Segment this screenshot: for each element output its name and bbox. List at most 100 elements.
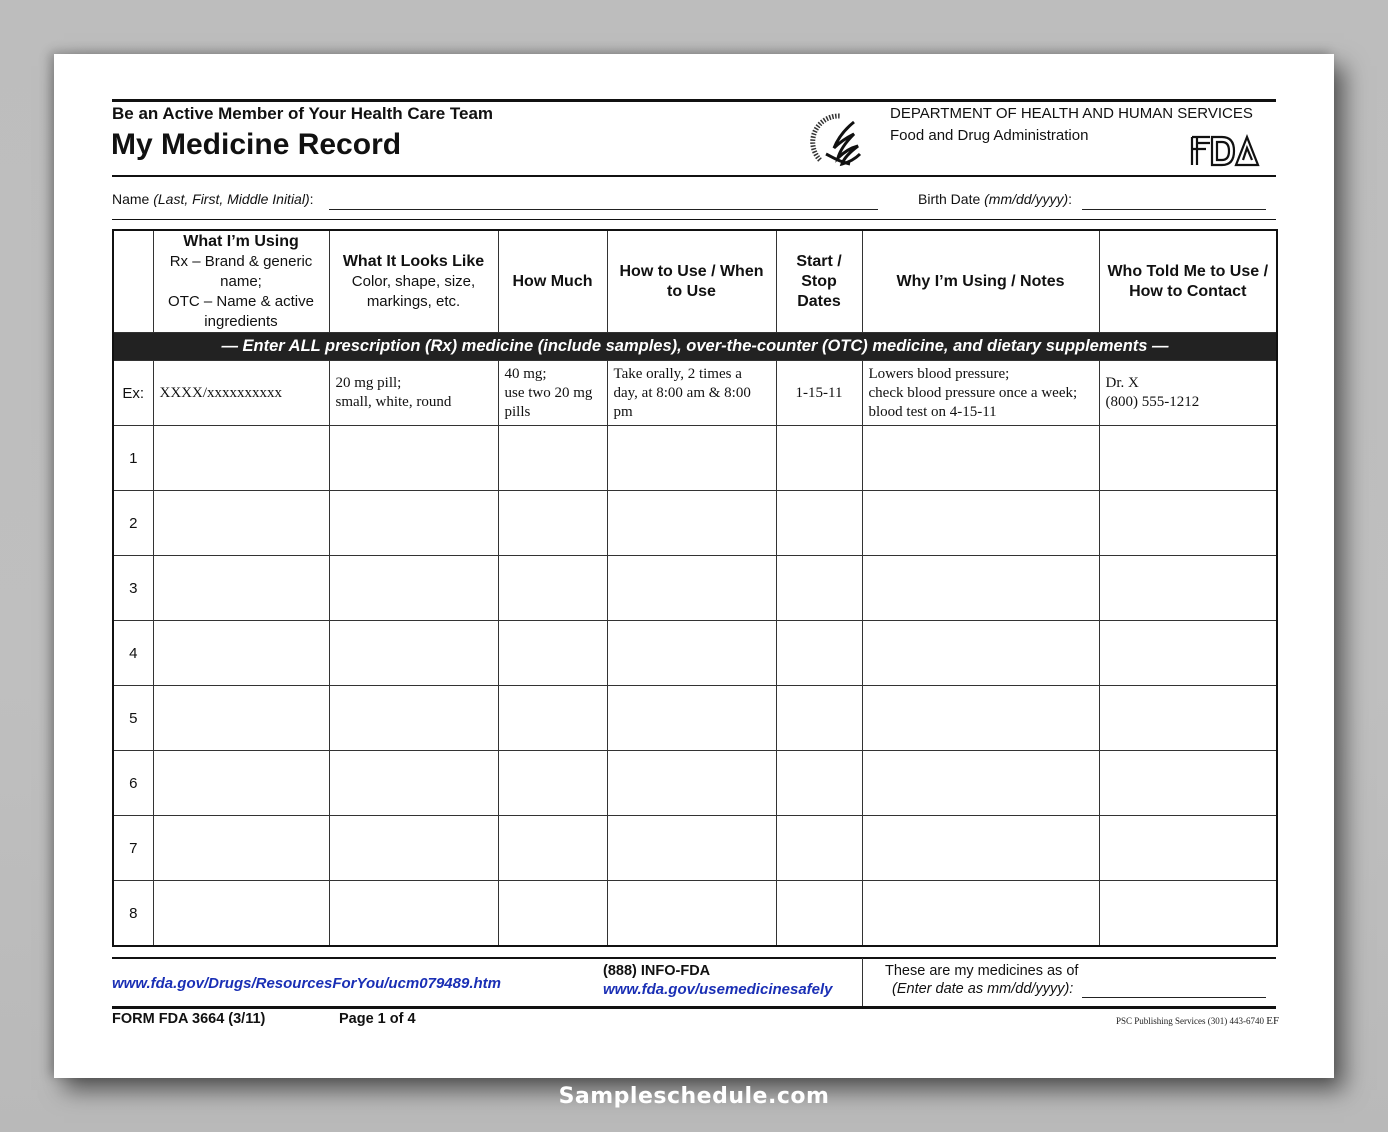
table-row: 3	[112, 555, 1278, 621]
table-row: 4	[112, 620, 1278, 686]
name-input[interactable]	[329, 209, 878, 210]
entry-cell[interactable]	[775, 490, 863, 556]
example-how-much: 40 mg; use two 20 mg pills	[497, 360, 608, 426]
hhs-eagle-seal-icon	[810, 108, 872, 172]
name-field-label: Name (Last, First, Middle Initial):	[112, 191, 314, 207]
entry-cell[interactable]	[328, 490, 499, 556]
example-looks-line: 20 mg pill;	[335, 375, 402, 391]
entry-cell[interactable]	[606, 750, 777, 816]
form-id: FORM FDA 3664 (3/11)	[112, 1011, 266, 1027]
entry-cell[interactable]	[1098, 425, 1278, 491]
entry-cell[interactable]	[606, 425, 777, 491]
entry-cell[interactable]	[861, 815, 1100, 881]
entry-cell[interactable]	[497, 815, 608, 881]
entry-cell[interactable]	[328, 815, 499, 881]
entry-cell[interactable]	[775, 620, 863, 686]
entry-cell[interactable]	[152, 685, 330, 751]
entry-cell[interactable]	[775, 685, 863, 751]
info-fda-phone: (888) INFO-FDA	[603, 963, 711, 979]
entry-cell[interactable]	[1098, 815, 1278, 881]
col-subtitle: OTC – Name & active ingredients	[168, 292, 314, 330]
example-how-to-use: Take orally, 2 times a day, at 8:00 am &…	[606, 360, 777, 426]
example-who: Dr. X (800) 555-1212	[1098, 360, 1278, 426]
table-row: 2	[112, 490, 1278, 556]
entry-cell[interactable]	[328, 620, 499, 686]
entry-cell[interactable]	[328, 685, 499, 751]
entry-cell[interactable]	[497, 490, 608, 556]
as-of-date-input[interactable]	[1082, 997, 1266, 998]
use-medicine-safely-link[interactable]: www.fda.gov/usemedicinesafely	[603, 981, 833, 998]
entry-cell[interactable]	[497, 880, 608, 947]
entry-cell[interactable]	[606, 490, 777, 556]
entry-cell[interactable]	[606, 815, 777, 881]
entry-cell[interactable]	[497, 750, 608, 816]
entry-cell[interactable]	[152, 620, 330, 686]
entry-cell[interactable]	[497, 555, 608, 621]
entry-cell[interactable]	[328, 880, 499, 947]
entry-cell[interactable]	[497, 425, 608, 491]
entry-cell[interactable]	[775, 880, 863, 947]
entry-cell[interactable]	[328, 425, 499, 491]
entry-cell[interactable]	[152, 750, 330, 816]
entry-cell[interactable]	[1098, 620, 1278, 686]
entry-cell[interactable]	[775, 815, 863, 881]
entry-cell[interactable]	[861, 685, 1100, 751]
entry-cell[interactable]	[775, 555, 863, 621]
publisher-credit: PSC Publishing Services (301) 443-6740 E…	[1116, 1015, 1279, 1027]
entry-cell[interactable]	[861, 880, 1100, 947]
entry-cell[interactable]	[1098, 750, 1278, 816]
entry-cell[interactable]	[606, 685, 777, 751]
row-number: 1	[112, 425, 154, 491]
entry-cell[interactable]	[1098, 555, 1278, 621]
instruction-banner-row: — Enter ALL prescription (Rx) medicine (…	[112, 332, 1278, 361]
entry-cell[interactable]	[328, 750, 499, 816]
entry-cell[interactable]	[775, 425, 863, 491]
entry-cell[interactable]	[861, 555, 1100, 621]
col-header-looks-like: What It Looks Like Color, shape, size, m…	[328, 229, 499, 333]
entry-cell[interactable]	[497, 620, 608, 686]
entry-cell[interactable]	[606, 880, 777, 947]
table-row: 8	[112, 880, 1278, 947]
col-header-dates: Start / Stop Dates	[775, 229, 863, 333]
col-header-how-to-use: How to Use / When to Use	[606, 229, 777, 333]
birth-date-input[interactable]	[1082, 209, 1266, 210]
example-label: Ex:	[112, 360, 154, 426]
entry-cell[interactable]	[861, 620, 1100, 686]
entry-cell[interactable]	[861, 425, 1100, 491]
entry-cell[interactable]	[606, 555, 777, 621]
col-header-who-told: Who Told Me to Use / How to Contact	[1098, 229, 1278, 333]
example-who-line: Dr. X	[1105, 375, 1139, 391]
example-how-much-line: 40 mg;	[504, 365, 547, 382]
example-who-line: (800) 555-1212	[1105, 394, 1200, 410]
row-number: 5	[112, 685, 154, 751]
entry-cell[interactable]	[152, 555, 330, 621]
entry-cell[interactable]	[1098, 490, 1278, 556]
resources-link[interactable]: www.fda.gov/Drugs/ResourcesForYou/ucm079…	[112, 975, 501, 992]
entry-cell[interactable]	[152, 490, 330, 556]
entry-cell[interactable]	[328, 555, 499, 621]
publisher-suffix: EF	[1266, 1015, 1280, 1027]
fields-rule	[112, 219, 1276, 220]
birth-colon: :	[1068, 191, 1073, 207]
example-dates: 1-15-11	[775, 360, 863, 426]
form-page: Be an Active Member of Your Health Care …	[54, 54, 1334, 1078]
entry-cell[interactable]	[152, 880, 330, 947]
row-number: 3	[112, 555, 154, 621]
entry-cell[interactable]	[497, 685, 608, 751]
col-title: How Much	[512, 272, 593, 290]
col-header-number	[112, 229, 154, 333]
entry-cell[interactable]	[1098, 880, 1278, 947]
example-what: XXXX/xxxxxxxxxx	[152, 360, 330, 426]
form-title: My Medicine Record	[111, 128, 402, 161]
footer-divider	[862, 958, 863, 1006]
entry-cell[interactable]	[606, 620, 777, 686]
entry-cell[interactable]	[775, 750, 863, 816]
entry-cell[interactable]	[152, 425, 330, 491]
table-row: 1	[112, 425, 1278, 491]
entry-cell[interactable]	[861, 750, 1100, 816]
entry-cell[interactable]	[1098, 685, 1278, 751]
col-title: Why I’m Using / Notes	[896, 272, 1065, 290]
birth-hint: (mm/dd/yyyy)	[984, 191, 1069, 207]
entry-cell[interactable]	[152, 815, 330, 881]
entry-cell[interactable]	[861, 490, 1100, 556]
